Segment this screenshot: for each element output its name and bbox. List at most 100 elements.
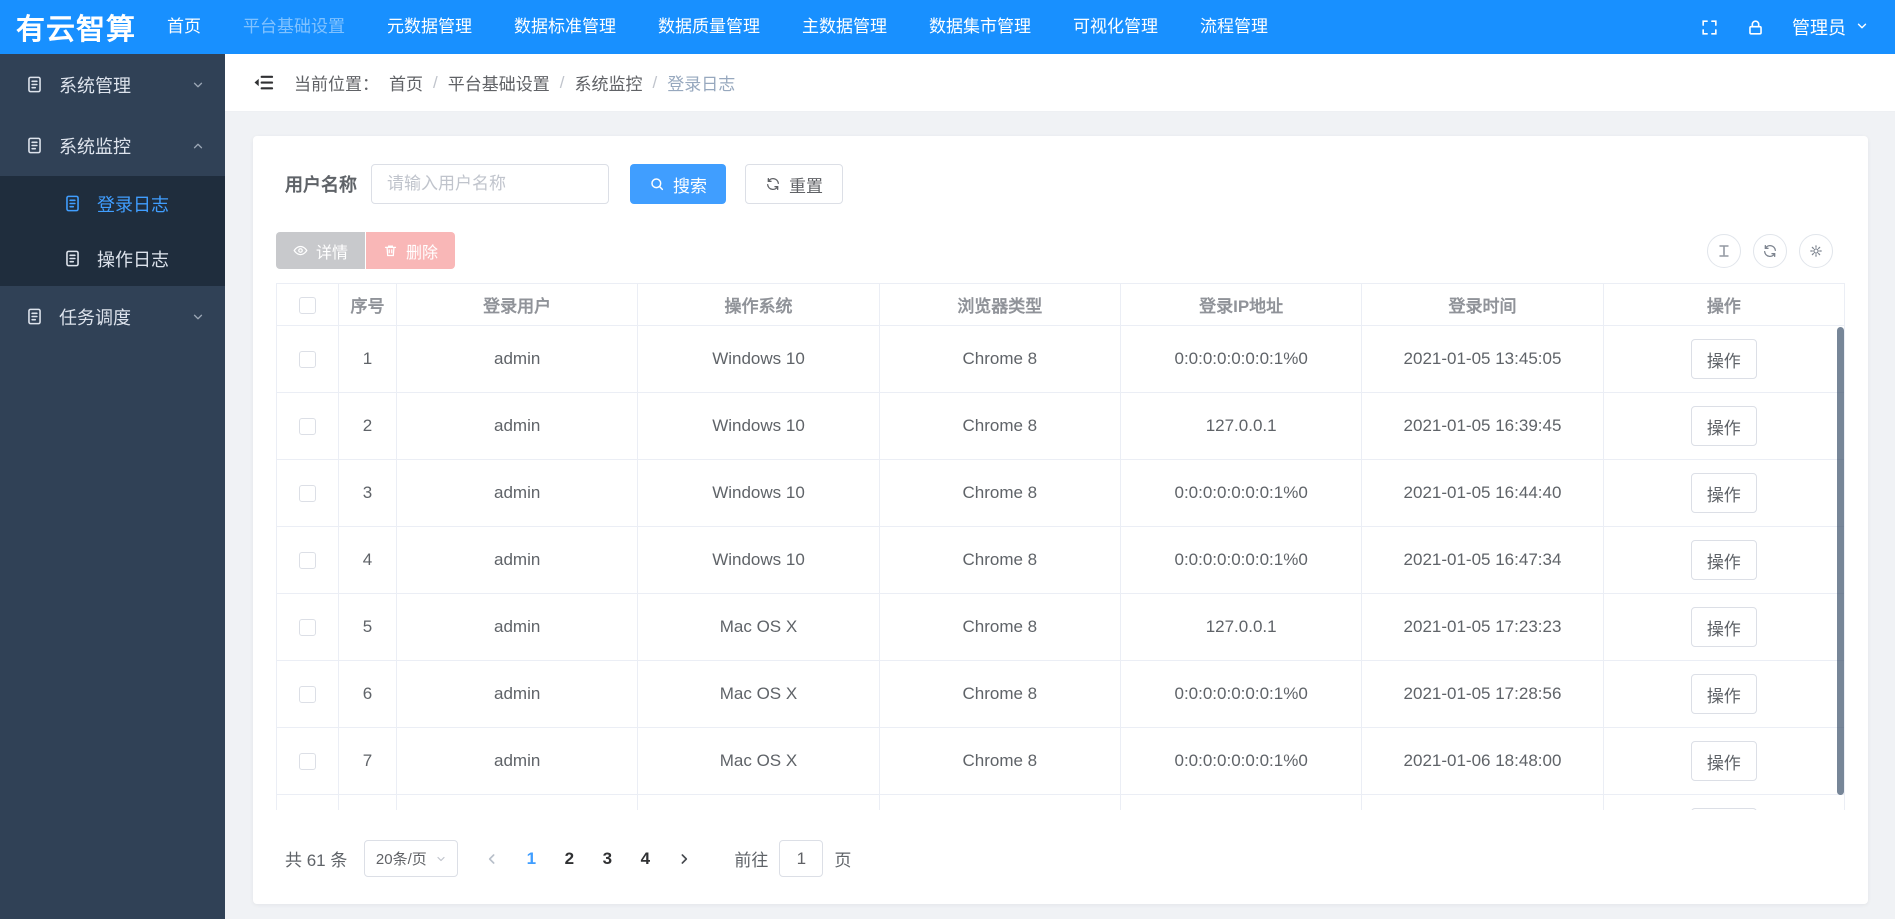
row-action-button[interactable]: 操作 bbox=[1690, 607, 1757, 647]
row-checkbox[interactable] bbox=[299, 753, 316, 771]
row-action-button[interactable]: 操作 bbox=[1690, 808, 1757, 810]
cell-user: admin bbox=[395, 392, 639, 460]
page-number[interactable]: 2 bbox=[554, 849, 584, 869]
cell-time: 2021-01-05 17:23:23 bbox=[1361, 593, 1604, 661]
app-logo: 有云智算 bbox=[16, 14, 137, 46]
top-nav-item[interactable]: 主数据管理 bbox=[781, 0, 908, 54]
settings-button[interactable] bbox=[1799, 233, 1833, 268]
chevron-down-icon bbox=[191, 78, 205, 92]
cell-ip: 0:0:0:0:0:0:0:1%0 bbox=[1119, 660, 1363, 728]
table-scrollbar-thumb[interactable] bbox=[1837, 327, 1844, 795]
delete-button[interactable]: 删除 bbox=[366, 232, 456, 269]
page-number[interactable]: 3 bbox=[592, 849, 622, 869]
row-action-button[interactable]: 操作 bbox=[1690, 473, 1757, 513]
username-input[interactable] bbox=[371, 164, 609, 204]
breadcrumb-item[interactable]: 系统监控 bbox=[574, 70, 642, 95]
breadcrumb-item[interactable]: 平台基础设置 bbox=[448, 70, 550, 95]
breadcrumb-item: 登录日志 bbox=[667, 75, 736, 94]
user-menu[interactable]: 管理员 bbox=[1792, 14, 1869, 40]
top-nav-item[interactable]: 数据集市管理 bbox=[908, 0, 1052, 54]
cell-user: admin bbox=[395, 593, 639, 661]
row-checkbox[interactable] bbox=[299, 552, 316, 570]
search-button[interactable]: 搜索 bbox=[630, 164, 726, 204]
cell-os: Windows 10 bbox=[637, 794, 880, 810]
top-nav-item[interactable]: 平台基础设置 bbox=[222, 0, 366, 54]
fullscreen-icon[interactable] bbox=[1700, 18, 1719, 37]
page-size-select[interactable]: 20条/页 bbox=[364, 840, 459, 877]
top-nav-item[interactable]: 元数据管理 bbox=[366, 0, 493, 54]
row-action-button[interactable]: 操作 bbox=[1690, 741, 1757, 781]
refresh-icon bbox=[765, 176, 781, 192]
chevron-down-icon bbox=[1855, 17, 1869, 38]
detail-button[interactable]: 详情 bbox=[276, 232, 366, 269]
cell-os: Mac OS X bbox=[637, 593, 880, 661]
cell-user: admin bbox=[395, 459, 639, 527]
sidebar-subitem[interactable]: 操作日志 bbox=[0, 231, 225, 286]
cell-browser: Chrome 8 bbox=[878, 459, 1121, 527]
line-height-button[interactable] bbox=[1707, 233, 1741, 268]
row-action-button[interactable]: 操作 bbox=[1690, 406, 1757, 446]
row-action-button[interactable]: 操作 bbox=[1690, 674, 1757, 714]
top-nav-item[interactable]: 流程管理 bbox=[1179, 0, 1289, 54]
refresh-button[interactable] bbox=[1753, 233, 1787, 268]
row-action-button[interactable]: 操作 bbox=[1690, 540, 1757, 580]
row-checkbox-cell bbox=[276, 593, 339, 661]
reset-button[interactable]: 重置 bbox=[745, 164, 843, 204]
row-checkbox[interactable] bbox=[299, 686, 316, 704]
row-checkbox[interactable] bbox=[299, 418, 316, 436]
next-page-button[interactable] bbox=[676, 851, 692, 867]
select-all-checkbox[interactable] bbox=[299, 296, 316, 314]
row-checkbox[interactable] bbox=[299, 351, 316, 369]
cell-user: admin bbox=[395, 727, 639, 795]
cell-ip: 0:0:0:0:0:0:0:1%0 bbox=[1119, 526, 1363, 594]
row-checkbox[interactable] bbox=[299, 619, 316, 637]
cell-time: 2021-01-05 16:44:40 bbox=[1361, 459, 1604, 527]
sidebar-item[interactable]: 任务调度 bbox=[0, 286, 225, 347]
sidebar-item[interactable]: 系统监控 bbox=[0, 115, 225, 176]
top-nav-item[interactable]: 可视化管理 bbox=[1052, 0, 1179, 54]
table-wrapper: 序号 登录用户 操作系统 浏览器类型 登录IP地址 登录时间 操作 1 admin Window… bbox=[276, 283, 1845, 810]
pagination: 共 61 条 20条/页 1234 前往 页 bbox=[285, 840, 1845, 877]
content-card: 用户名称 搜索 重置 详情 删除 bbox=[253, 136, 1868, 904]
row-checkbox-cell bbox=[276, 794, 339, 810]
lock-icon[interactable] bbox=[1746, 18, 1765, 37]
breadcrumb: 当前位置： 首页 / 平台基础设置 / 系统监控 / 登录日志 bbox=[294, 70, 735, 95]
fold-menu-icon[interactable] bbox=[252, 71, 275, 94]
cell-user: admin bbox=[395, 325, 639, 393]
page-number[interactable]: 1 bbox=[516, 849, 546, 869]
breadcrumb-separator: / bbox=[433, 72, 438, 92]
cell-os: Mac OS X bbox=[637, 727, 880, 795]
goto-page-input[interactable] bbox=[779, 840, 824, 877]
goto-label: 前往 bbox=[734, 851, 769, 870]
top-nav-item[interactable]: 数据质量管理 bbox=[637, 0, 781, 54]
total-count: 共 61 条 bbox=[285, 851, 348, 870]
refresh-icon bbox=[1762, 243, 1778, 259]
document-icon bbox=[25, 75, 44, 94]
page-suffix: 页 bbox=[834, 851, 852, 870]
cell-browser: Chrome 8 bbox=[878, 392, 1121, 460]
cell-browser: Chrome 8 bbox=[878, 325, 1121, 393]
row-checkbox[interactable] bbox=[299, 485, 316, 503]
chevron-down-icon bbox=[435, 853, 447, 865]
row-action-button[interactable]: 操作 bbox=[1690, 339, 1757, 379]
breadcrumb-item[interactable]: 首页 bbox=[389, 70, 423, 95]
row-action-cell: 操作 bbox=[1602, 660, 1845, 728]
page-number[interactable]: 4 bbox=[630, 849, 660, 869]
prev-page-button[interactable] bbox=[484, 851, 500, 867]
document-icon bbox=[25, 136, 44, 155]
top-nav-item[interactable]: 数据标准管理 bbox=[493, 0, 637, 54]
top-nav-item[interactable]: 首页 bbox=[146, 0, 222, 54]
search-field-label: 用户名称 bbox=[285, 175, 357, 195]
sidebar-item[interactable]: 系统管理 bbox=[0, 54, 225, 115]
cell-no: 6 bbox=[338, 660, 397, 728]
column-header: 浏览器类型 bbox=[878, 283, 1121, 326]
gear-icon bbox=[1808, 243, 1824, 259]
detail-button-label: 详情 bbox=[316, 244, 349, 262]
cell-ip: 0:0:0:0:0:0:0:1%0 bbox=[1119, 325, 1363, 393]
column-header: 登录IP地址 bbox=[1119, 283, 1363, 326]
cell-os: Windows 10 bbox=[637, 459, 880, 527]
sidebar-subitem[interactable]: 登录日志 bbox=[0, 176, 225, 231]
sidebar-submenu: 登录日志 操作日志 bbox=[0, 176, 225, 286]
reset-button-label: 重置 bbox=[789, 176, 823, 196]
magnifier-icon bbox=[649, 176, 665, 192]
